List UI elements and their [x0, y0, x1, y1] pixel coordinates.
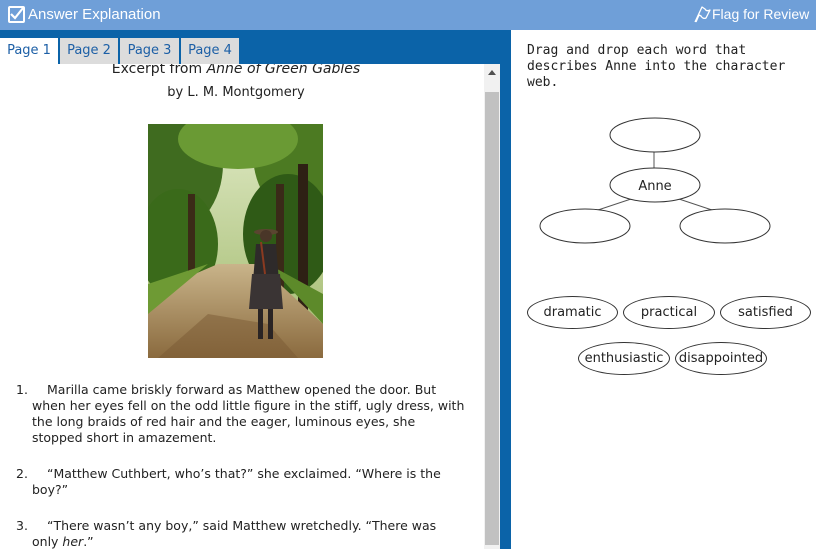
- passage-pane: Excerpt from Anne of Green Gables by L. …: [0, 64, 484, 549]
- page-title: Answer Explanation: [28, 6, 161, 23]
- story-illustration: [148, 124, 323, 358]
- web-drop-slot-right[interactable]: [679, 208, 771, 244]
- word-chip-enthusiastic[interactable]: enthusiastic: [578, 342, 670, 375]
- flag-icon[interactable]: [693, 5, 711, 23]
- tab-page-4[interactable]: Page 4: [181, 38, 240, 64]
- paragraph-3: 3. “There wasn’t any boy,” said Matthew …: [16, 518, 437, 549]
- page-tabs: Page 1 Page 2 Page 3 Page 4: [0, 30, 500, 64]
- paragraph-1: 1. Marilla came briskly forward as Matth…: [16, 382, 465, 445]
- paragraph-2: 2. “Matthew Cuthbert, who’s that?” she e…: [16, 466, 441, 497]
- word-chip-satisfied[interactable]: satisfied: [720, 296, 811, 329]
- passage-scrollbar[interactable]: [484, 64, 500, 549]
- tab-page-2[interactable]: Page 2: [60, 38, 119, 64]
- scroll-thumb[interactable]: [485, 92, 499, 545]
- pane-divider[interactable]: [500, 30, 511, 549]
- checkmark-icon: [8, 6, 25, 23]
- web-drop-slot-left[interactable]: [539, 208, 631, 244]
- web-drop-slot-top[interactable]: [609, 117, 701, 153]
- word-chip-disappointed[interactable]: disappointed: [675, 342, 767, 375]
- web-connector: [675, 197, 713, 211]
- flag-for-review-button[interactable]: Flag for Review: [712, 6, 809, 22]
- character-web: Anne: [539, 117, 771, 244]
- question-instructions: Drag and drop each word that describes A…: [527, 43, 786, 90]
- passage-author: by L. M. Montgomery: [167, 85, 305, 100]
- word-chip-dramatic[interactable]: dramatic: [527, 296, 618, 329]
- header-bar: Answer Explanation Flag for Review: [0, 0, 816, 30]
- passage-title: Excerpt from Anne of Green Gables: [111, 64, 361, 77]
- tab-page-3[interactable]: Page 3: [120, 38, 180, 64]
- word-chip-practical[interactable]: practical: [623, 296, 715, 329]
- scroll-up-arrow-icon[interactable]: [484, 64, 500, 82]
- web-connector: [597, 197, 635, 211]
- tab-page-1[interactable]: Page 1: [0, 38, 59, 64]
- web-center-label: Anne: [638, 179, 671, 194]
